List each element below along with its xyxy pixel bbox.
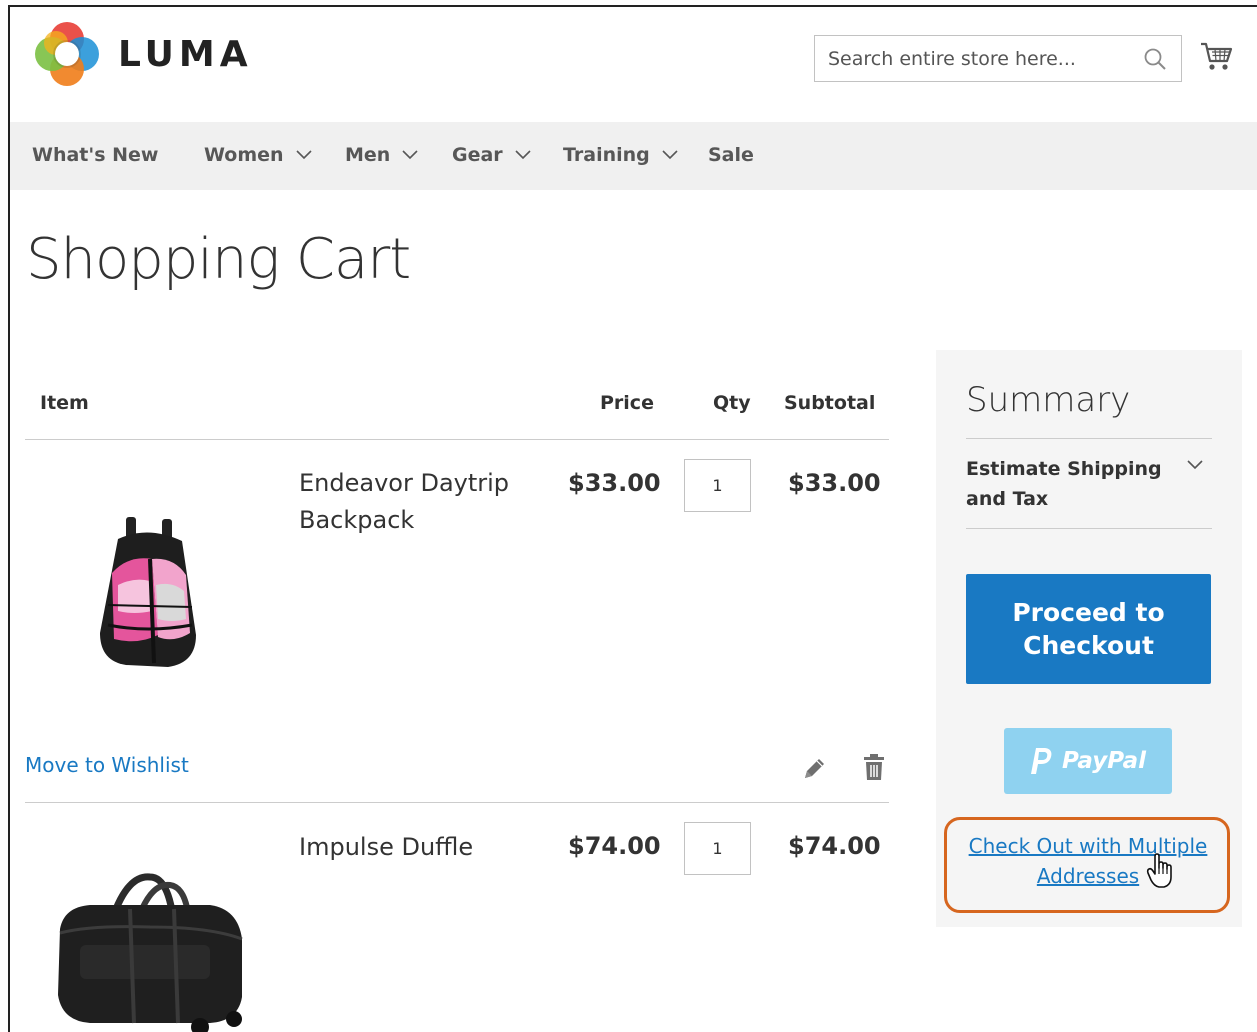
nav-item-training[interactable]: Training	[563, 144, 678, 166]
product-name-link[interactable]: Impulse Duffle	[299, 829, 529, 866]
shopping-cart-icon[interactable]	[1200, 41, 1234, 73]
divider	[25, 802, 889, 803]
luma-logo-icon	[35, 22, 99, 86]
paypal-label: PayPal	[1062, 748, 1146, 774]
page-frame: LUMA What's New Women Men Gear	[8, 5, 1257, 1032]
divider	[966, 528, 1212, 529]
column-header-subtotal: Subtotal	[784, 392, 876, 414]
nav-item-gear[interactable]: Gear	[452, 144, 531, 166]
nav-item-whats-new[interactable]: What's New	[32, 144, 158, 166]
duffle-bag-image[interactable]	[50, 869, 250, 1032]
divider	[25, 439, 889, 440]
quantity-input[interactable]	[684, 822, 751, 875]
nav-label: Sale	[708, 144, 754, 166]
search-icon[interactable]	[1143, 47, 1167, 71]
move-to-wishlist-link[interactable]: Move to Wishlist	[25, 753, 189, 777]
nav-label: What's New	[32, 144, 159, 166]
item-price: $74.00	[568, 832, 661, 860]
logo-text: LUMA	[118, 33, 253, 75]
hand-pointer-icon	[1146, 853, 1172, 888]
page-title: Shopping Cart	[26, 227, 411, 292]
proceed-to-checkout-button[interactable]: Proceed to Checkout	[966, 574, 1211, 684]
chevron-down-icon	[295, 150, 312, 160]
nav-item-women[interactable]: Women	[204, 144, 312, 166]
paypal-icon	[1031, 748, 1052, 774]
column-header-item: Item	[40, 392, 89, 414]
search-box	[814, 35, 1182, 82]
chevron-down-icon	[662, 150, 678, 160]
column-header-price: Price	[600, 392, 654, 414]
chevron-down-icon[interactable]	[1187, 460, 1203, 470]
nav-item-sale[interactable]: Sale	[708, 144, 754, 166]
item-subtotal: $74.00	[788, 832, 881, 860]
trash-icon[interactable]	[863, 753, 885, 781]
backpack-image[interactable]	[88, 515, 208, 671]
column-header-qty: Qty	[713, 392, 751, 414]
nav-label: Women	[204, 144, 284, 166]
divider	[966, 438, 1212, 439]
nav-label: Training	[563, 144, 650, 166]
pencil-icon[interactable]	[801, 756, 827, 782]
checkout-multiple-addresses-link[interactable]: Check Out with Multiple Addresses	[950, 831, 1226, 891]
product-name-link[interactable]: Endeavor Daytrip Backpack	[299, 465, 529, 539]
quantity-input[interactable]	[684, 459, 751, 512]
item-subtotal: $33.00	[788, 469, 881, 497]
search-input[interactable]	[815, 47, 1125, 70]
main-navigation: What's New Women Men Gear Training Sale	[10, 122, 1257, 190]
chevron-down-icon	[515, 150, 531, 160]
chevron-down-icon	[402, 150, 418, 160]
paypal-button[interactable]: PayPal	[1004, 728, 1172, 794]
nav-item-men[interactable]: Men	[345, 144, 418, 166]
item-price: $33.00	[568, 469, 661, 497]
nav-label: Men	[345, 144, 391, 166]
store-logo[interactable]: LUMA	[34, 21, 253, 87]
nav-label: Gear	[452, 144, 503, 166]
estimate-shipping-toggle[interactable]: Estimate Shipping and Tax	[966, 454, 1166, 514]
summary-title: Summary	[966, 380, 1131, 420]
